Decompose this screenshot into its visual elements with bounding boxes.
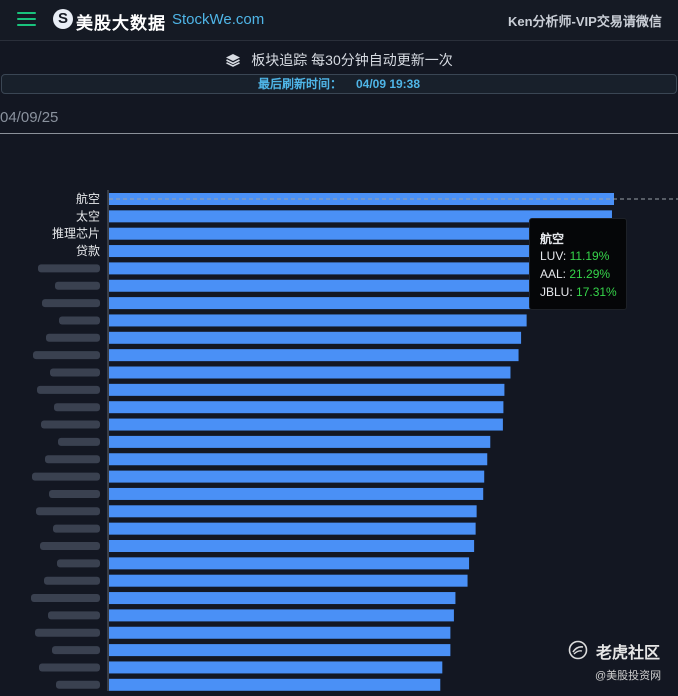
chart-bar[interactable] <box>109 540 475 552</box>
obscured-category-label <box>55 281 100 290</box>
obscured-category-label <box>58 437 100 446</box>
obscured-category-label <box>44 576 100 585</box>
analyst-contact: Ken分析师-VIP交易请微信 <box>508 14 662 29</box>
refresh-time: 04/09 19:38 <box>355 77 421 91</box>
chart-bar[interactable] <box>109 366 511 379</box>
brand-name[interactable]: 美股大数据 <box>76 9 166 34</box>
obscured-category-label <box>59 316 100 325</box>
chart-bar[interactable] <box>109 505 477 518</box>
category-label: 航空 <box>76 191 100 206</box>
chart-bar[interactable] <box>109 626 451 639</box>
chart-bar[interactable] <box>109 453 488 466</box>
tooltip-ticker: JBLU: <box>540 285 573 299</box>
chart-bar[interactable] <box>109 574 468 587</box>
menu-icon[interactable] <box>17 12 36 26</box>
tooltip-value: 17.31% <box>576 285 617 299</box>
chart-bar[interactable] <box>109 557 470 570</box>
chart-bar[interactable] <box>109 245 589 258</box>
chart-bar[interactable] <box>109 522 476 535</box>
chart-bar[interactable] <box>109 383 505 396</box>
chart-bar[interactable] <box>109 470 485 483</box>
obscured-category-label <box>36 507 100 516</box>
refresh-bar: 最后刷新时间： 04/09 19:38 <box>1 74 677 94</box>
obscured-category-label <box>35 628 100 637</box>
obscured-category-label <box>38 264 100 273</box>
obscured-category-label <box>40 542 100 550</box>
obscured-category-label <box>57 559 100 568</box>
date-label: 04/09/25 <box>0 109 59 126</box>
chart-bar[interactable] <box>109 418 503 431</box>
chart-bar[interactable] <box>109 487 484 500</box>
tooltip-value: 21.29% <box>569 267 611 281</box>
obscured-category-label <box>41 420 100 429</box>
category-label: 太空 <box>76 208 100 223</box>
notice-text: 板块追踪 每30分钟自动更新一次 <box>251 52 453 68</box>
category-label: 推理芯片 <box>52 227 100 241</box>
chart-bar[interactable] <box>109 644 451 657</box>
obscured-category-label <box>49 489 100 498</box>
obscured-category-label <box>33 351 100 360</box>
chart-bar[interactable] <box>109 314 527 327</box>
chart-bar[interactable] <box>109 227 590 240</box>
obscured-category-label <box>52 646 100 655</box>
chart-bar[interactable] <box>109 592 456 605</box>
chart-bar[interactable] <box>109 297 566 310</box>
obscured-category-label <box>39 663 100 672</box>
layers-icon <box>226 54 241 67</box>
obscured-category-label <box>42 299 100 308</box>
top-bar: S 美股大数据 StockWe.com Ken分析师-VIP交易请微信 <box>0 0 678 41</box>
chart-tooltip: 航空 LUV: 11.19% AAL: 21.29% JBLU: 17.31% <box>529 218 627 310</box>
chart-bar[interactable] <box>109 435 491 448</box>
chart-bar[interactable] <box>109 279 577 292</box>
update-notice: 板块追踪 每30分钟自动更新一次 <box>0 50 678 70</box>
brand-domain[interactable]: StockWe.com <box>172 11 264 28</box>
chart-bar[interactable] <box>109 331 522 344</box>
tooltip-ticker: AAL: <box>540 267 567 281</box>
category-label: 贷款 <box>76 244 100 258</box>
watermark-name: 老虎社区 <box>596 645 661 662</box>
obscured-category-label <box>45 455 100 464</box>
obscured-category-label <box>46 333 100 342</box>
tooltip-ticker: LUV: <box>540 249 567 263</box>
watermark-sub: @美股投资网 <box>595 670 662 682</box>
obscured-category-label <box>53 524 100 533</box>
tooltip-row: JBLU: 17.31% <box>540 285 617 299</box>
obscured-category-label <box>50 368 100 377</box>
chart-bar[interactable] <box>109 262 582 275</box>
chart-bar[interactable] <box>109 401 504 414</box>
chart-bar[interactable] <box>109 678 441 691</box>
tooltip-row: LUV: 11.19% <box>540 249 609 263</box>
chart-bar[interactable] <box>109 349 519 362</box>
chart-bar[interactable] <box>109 661 443 674</box>
logo-icon: S <box>53 9 73 29</box>
obscured-category-label <box>48 611 100 620</box>
tooltip-value: 11.19% <box>569 249 610 263</box>
obscured-category-label <box>32 472 100 481</box>
chart-bar[interactable] <box>109 609 454 622</box>
obscured-category-label <box>31 594 100 603</box>
obscured-category-label <box>37 385 100 394</box>
obscured-category-label <box>56 680 100 689</box>
tooltip-title: 航空 <box>540 232 565 246</box>
tiger-logo-icon <box>568 640 588 660</box>
tooltip-row: AAL: 21.29% <box>540 267 610 281</box>
obscured-category-label <box>54 403 100 412</box>
refresh-label: 最后刷新时间： <box>257 77 342 91</box>
